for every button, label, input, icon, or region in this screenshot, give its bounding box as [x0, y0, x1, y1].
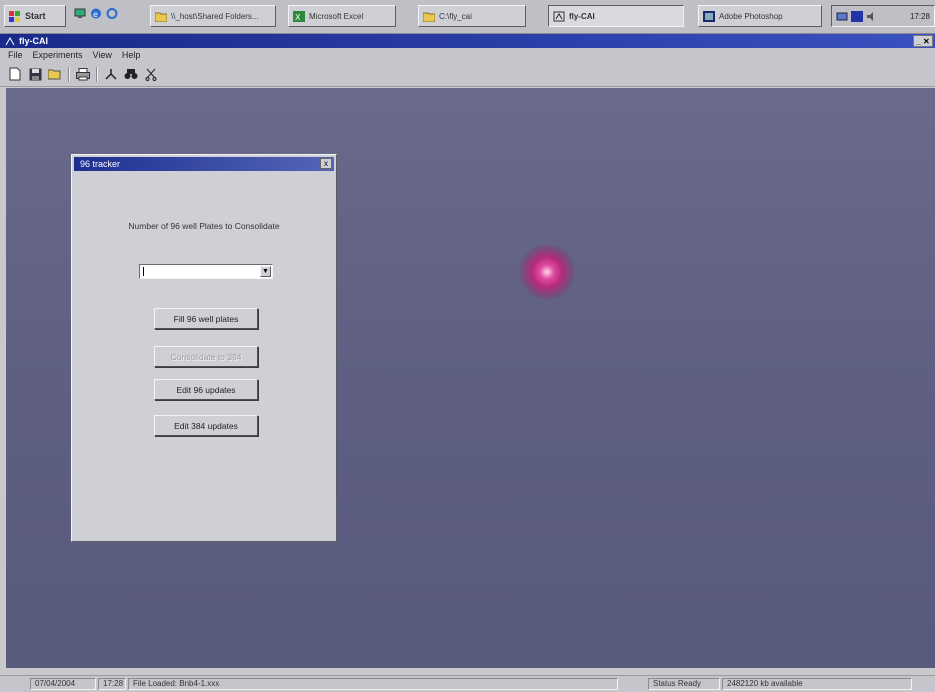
status-date: 07/04/2004 — [30, 678, 96, 690]
status-file-loaded: File Loaded: Bnb4-1.xxx — [128, 678, 618, 690]
task-label: C:\fly_cai — [439, 11, 472, 21]
excel-icon: X — [293, 10, 305, 22]
photoshop-icon — [703, 10, 715, 22]
menu-view[interactable]: View — [93, 50, 112, 60]
task-photoshop[interactable]: Adobe Photoshop — [698, 5, 822, 27]
window-controls[interactable]: _ ✕ — [913, 35, 933, 47]
menu-bar: File Experiments View Help — [0, 48, 935, 62]
task-folder-fly-cai[interactable]: C:\fly_cai — [418, 5, 526, 27]
speaker-icon[interactable] — [866, 11, 878, 22]
app-icon — [4, 36, 16, 47]
edit-384-updates-button[interactable]: Edit 384 updates — [154, 415, 258, 436]
plates-count-select[interactable]: ▼ — [139, 264, 273, 279]
clock: 17:28 — [909, 11, 930, 21]
quick-launch: e — [74, 8, 118, 19]
consolidate-button: Consolidate to 384 — [154, 346, 258, 367]
toolbar-separator — [68, 66, 70, 82]
app-title: fly-CAI — [19, 36, 48, 46]
internet-explorer-icon[interactable]: e — [90, 8, 102, 19]
text-cursor — [143, 267, 144, 276]
task-label: Adobe Photoshop — [719, 11, 783, 21]
print-icon[interactable] — [76, 67, 90, 81]
toolbar-separator — [96, 66, 98, 82]
task-fly-cai[interactable]: fly-CAI — [548, 5, 684, 27]
desktop-icon[interactable] — [74, 8, 86, 19]
edit-96-updates-button[interactable]: Edit 96 updates — [154, 379, 258, 400]
menu-experiments[interactable]: Experiments — [33, 50, 83, 60]
start-label: Start — [25, 11, 46, 21]
outlook-icon[interactable] — [106, 8, 118, 19]
menu-help[interactable]: Help — [122, 50, 141, 60]
tracker-dialog: 96 tracker x Number of 96 well Plates to… — [71, 154, 337, 542]
save-icon[interactable] — [28, 67, 42, 81]
open-icon[interactable] — [48, 67, 62, 81]
volume-icon[interactable] — [851, 10, 863, 22]
menu-file[interactable]: File — [8, 50, 23, 60]
app-icon — [553, 11, 565, 22]
task-label: \\_host\Shared Folders... — [171, 11, 259, 21]
task-shared-folders[interactable]: \\_host\Shared Folders... — [150, 5, 276, 27]
toolbar — [0, 62, 935, 87]
network-icon[interactable] — [836, 11, 848, 22]
dialog-title-bar[interactable]: 96 tracker x — [74, 157, 334, 171]
fill-96-well-plates-button[interactable]: Fill 96 well plates — [154, 308, 258, 329]
app-title-bar: fly-CAI _ ✕ — [0, 34, 935, 48]
new-file-icon[interactable] — [8, 67, 22, 81]
svg-text:e: e — [93, 10, 98, 19]
cut-icon[interactable] — [144, 67, 158, 81]
pink-marker — [519, 244, 575, 300]
close-icon[interactable]: x — [320, 158, 332, 169]
folder-icon — [422, 11, 436, 22]
chevron-down-icon[interactable]: ▼ — [260, 266, 271, 277]
task-excel[interactable]: X Microsoft Excel — [288, 5, 396, 27]
taskbar: Start e \\_host\Shared Folders... X Micr… — [0, 0, 935, 34]
dialog-title: 96 tracker — [80, 159, 121, 169]
system-tray: 17:28 — [831, 5, 935, 27]
status-time: 17:28 — [98, 678, 126, 690]
task-label: fly-CAI — [569, 11, 595, 21]
status-bar: 07/04/2004 17:28 File Loaded: Bnb4-1.xxx… — [0, 675, 935, 692]
status-memory: 2482120 kb available — [722, 678, 912, 690]
binoculars-icon[interactable] — [124, 67, 138, 81]
svg-text:X: X — [295, 13, 301, 22]
start-button[interactable]: Start — [4, 5, 66, 27]
task-label: Microsoft Excel — [309, 11, 364, 21]
status-ready: Status Ready — [648, 678, 720, 690]
tree-icon[interactable] — [104, 67, 118, 81]
folder-icon — [154, 11, 168, 22]
windows-logo-icon — [9, 10, 21, 22]
plates-prompt-label: Number of 96 well Plates to Consolidate — [128, 221, 280, 231]
